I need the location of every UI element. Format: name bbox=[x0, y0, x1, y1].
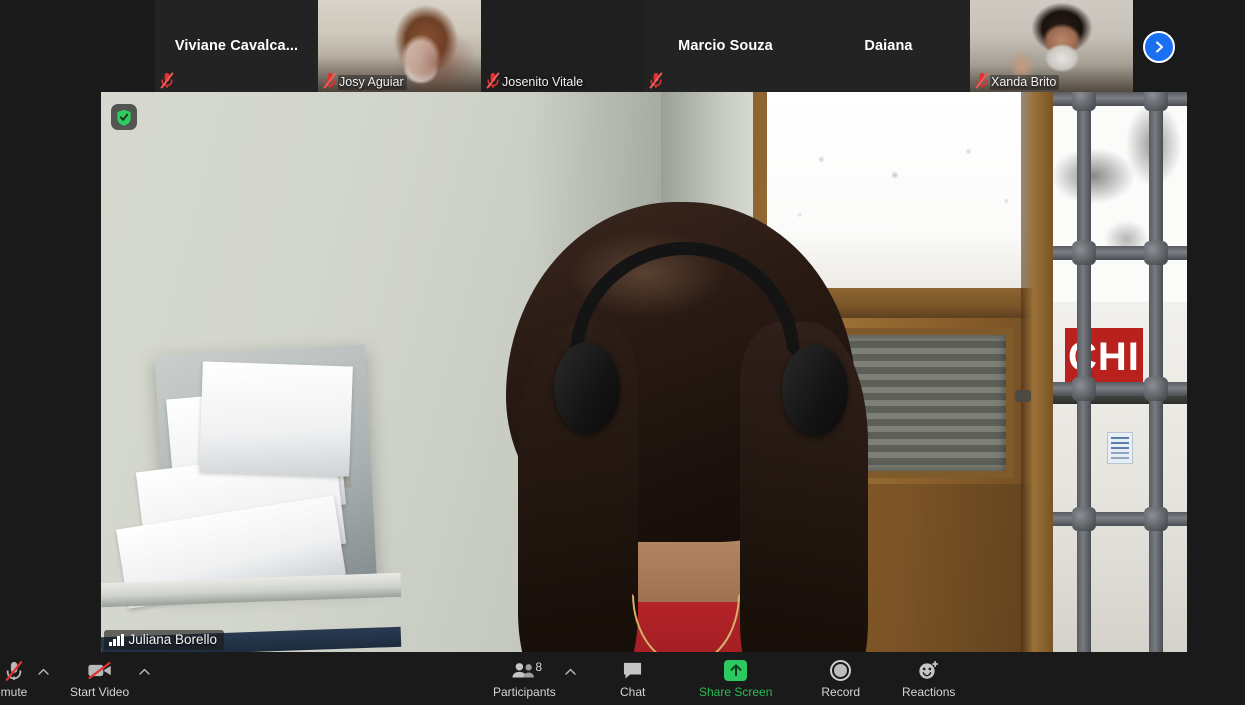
microphone-muted-icon bbox=[323, 72, 337, 89]
chevron-up-icon bbox=[138, 668, 150, 676]
chevron-right-icon bbox=[1152, 40, 1166, 54]
share-screen-label: Share Screen bbox=[699, 684, 773, 699]
scene-person-necklace bbox=[632, 594, 740, 652]
filmstrip-left-spacer bbox=[0, 0, 155, 92]
mute-label: mute bbox=[0, 684, 28, 699]
record-circle-icon bbox=[830, 659, 852, 683]
microphone-muted-icon bbox=[486, 72, 500, 89]
participant-name: Marcio Souza bbox=[678, 38, 773, 54]
toolbar-left-group: mute Start Video bbox=[0, 652, 153, 705]
record-button[interactable]: Record bbox=[806, 652, 876, 705]
chat-button[interactable]: Chat bbox=[602, 652, 664, 705]
audio-options-caret[interactable] bbox=[34, 652, 52, 705]
scene-bar-joint bbox=[1144, 507, 1168, 531]
active-speaker-name: Juliana Borello bbox=[128, 632, 218, 647]
zoom-meeting-window: Viviane Cavalca... Josy Aguiar Josenito … bbox=[0, 0, 1245, 705]
participant-tile-daiana[interactable]: Daiana bbox=[807, 0, 970, 92]
participants-options-caret[interactable] bbox=[562, 652, 580, 705]
scene-bar-joint bbox=[1144, 92, 1168, 111]
participant-tile-viviane[interactable]: Viviane Cavalca... bbox=[155, 0, 318, 92]
reactions-label: Reactions bbox=[902, 684, 956, 699]
record-label: Record bbox=[821, 684, 861, 699]
filmstrip-next-page-button[interactable] bbox=[1143, 31, 1175, 63]
participant-tile-josy[interactable]: Josy Aguiar bbox=[318, 0, 481, 92]
video-scene: CHI bbox=[101, 92, 1187, 652]
scene-person-headset-earcup bbox=[782, 344, 848, 436]
participants-count: 8 bbox=[535, 659, 543, 674]
encryption-shield-badge[interactable] bbox=[111, 104, 137, 130]
scene-bar-joint bbox=[1072, 377, 1096, 401]
start-video-button[interactable]: Start Video bbox=[64, 652, 135, 705]
mute-button[interactable]: mute bbox=[0, 652, 34, 705]
shield-check-icon bbox=[116, 109, 132, 126]
participant-tile-marcio[interactable]: Marcio Souza bbox=[644, 0, 807, 92]
microphone-muted-icon bbox=[160, 72, 174, 89]
participant-name: Josenito Vitale bbox=[501, 75, 587, 90]
scene-door-stile bbox=[1021, 92, 1053, 652]
reactions-smiley-icon bbox=[917, 659, 940, 683]
scene-barred-window: CHI bbox=[1053, 92, 1187, 652]
scene-paper bbox=[199, 361, 353, 477]
scene-bar-joint bbox=[1144, 377, 1168, 401]
audio-level-bars-icon bbox=[109, 633, 124, 646]
participant-name: Daiana bbox=[864, 38, 913, 54]
reactions-button[interactable]: Reactions bbox=[890, 652, 968, 705]
share-screen-button[interactable]: Share Screen bbox=[690, 652, 782, 705]
chevron-up-icon bbox=[565, 668, 576, 676]
microphone-muted-icon bbox=[975, 72, 989, 89]
chat-label: Chat bbox=[620, 684, 646, 699]
video-off-icon bbox=[87, 659, 113, 683]
participant-name: Xanda Brito bbox=[990, 75, 1060, 90]
scene-bar-joint bbox=[1072, 241, 1096, 265]
active-speaker-name-label: Juliana Borello bbox=[104, 630, 225, 650]
start-video-label: Start Video bbox=[70, 684, 130, 699]
participant-tile-xanda[interactable]: Xanda Brito bbox=[970, 0, 1133, 92]
microphone-muted-icon bbox=[649, 72, 663, 89]
microphone-muted-icon bbox=[4, 659, 24, 683]
chat-bubble-icon bbox=[622, 659, 643, 683]
participant-name: Viviane Cavalca... bbox=[174, 38, 299, 54]
active-speaker-video[interactable]: CHI bbox=[101, 92, 1187, 652]
participants-icon: 8 bbox=[511, 659, 542, 683]
participant-name: Josy Aguiar bbox=[338, 75, 407, 90]
share-screen-icon bbox=[724, 659, 748, 683]
meeting-toolbar: mute Start Video 8 Participants Chat Sha… bbox=[0, 652, 1245, 705]
participants-label: Participants bbox=[493, 684, 556, 699]
scene-window-bars-horizontal bbox=[1053, 92, 1187, 652]
scene-person bbox=[446, 202, 916, 652]
scene-bar-joint bbox=[1144, 241, 1168, 265]
toolbar-center-group: 8 Participants Chat Share Screen Record … bbox=[487, 652, 968, 705]
participant-filmstrip: Viviane Cavalca... Josy Aguiar Josenito … bbox=[0, 0, 1245, 92]
video-options-caret[interactable] bbox=[135, 652, 153, 705]
chevron-up-icon bbox=[37, 668, 49, 676]
scene-person-headset-earcup bbox=[554, 342, 620, 434]
scene-door-handle bbox=[1015, 390, 1031, 402]
scene-bar-joint bbox=[1072, 507, 1096, 531]
scene-bar-joint bbox=[1072, 92, 1096, 111]
participant-tile-josenito[interactable]: Josenito Vitale bbox=[481, 0, 644, 92]
share-screen-glyph bbox=[724, 660, 748, 681]
participants-button[interactable]: 8 Participants bbox=[487, 652, 562, 705]
